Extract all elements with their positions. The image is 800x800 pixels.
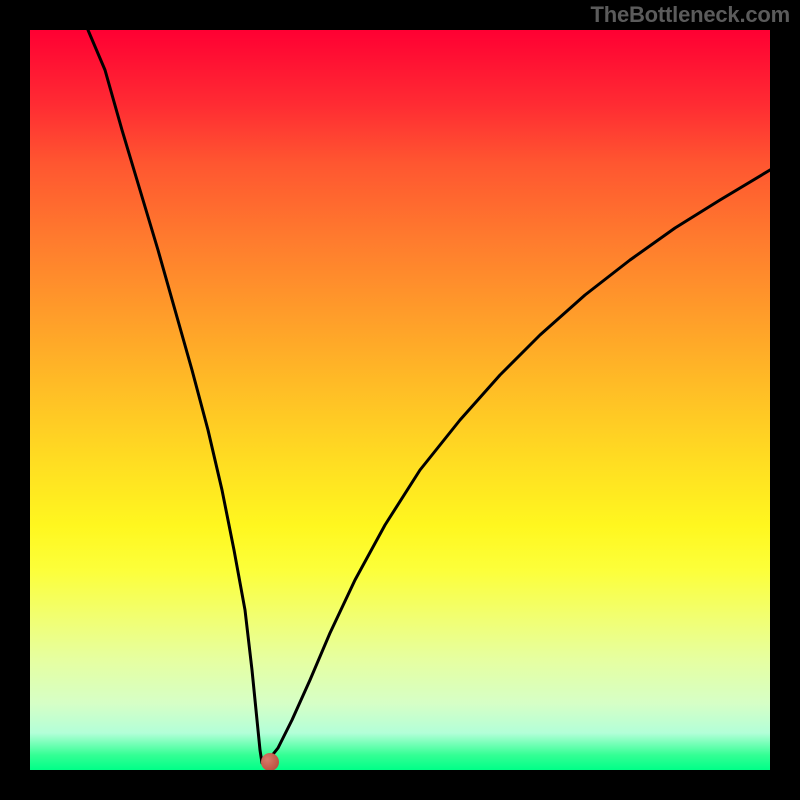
watermark-label: TheBottleneck.com xyxy=(590,2,790,28)
curve-path xyxy=(88,30,770,763)
optimal-point-marker xyxy=(261,753,279,770)
plot-area xyxy=(30,30,770,770)
chart-frame: TheBottleneck.com xyxy=(0,0,800,800)
bottleneck-curve xyxy=(30,30,770,770)
